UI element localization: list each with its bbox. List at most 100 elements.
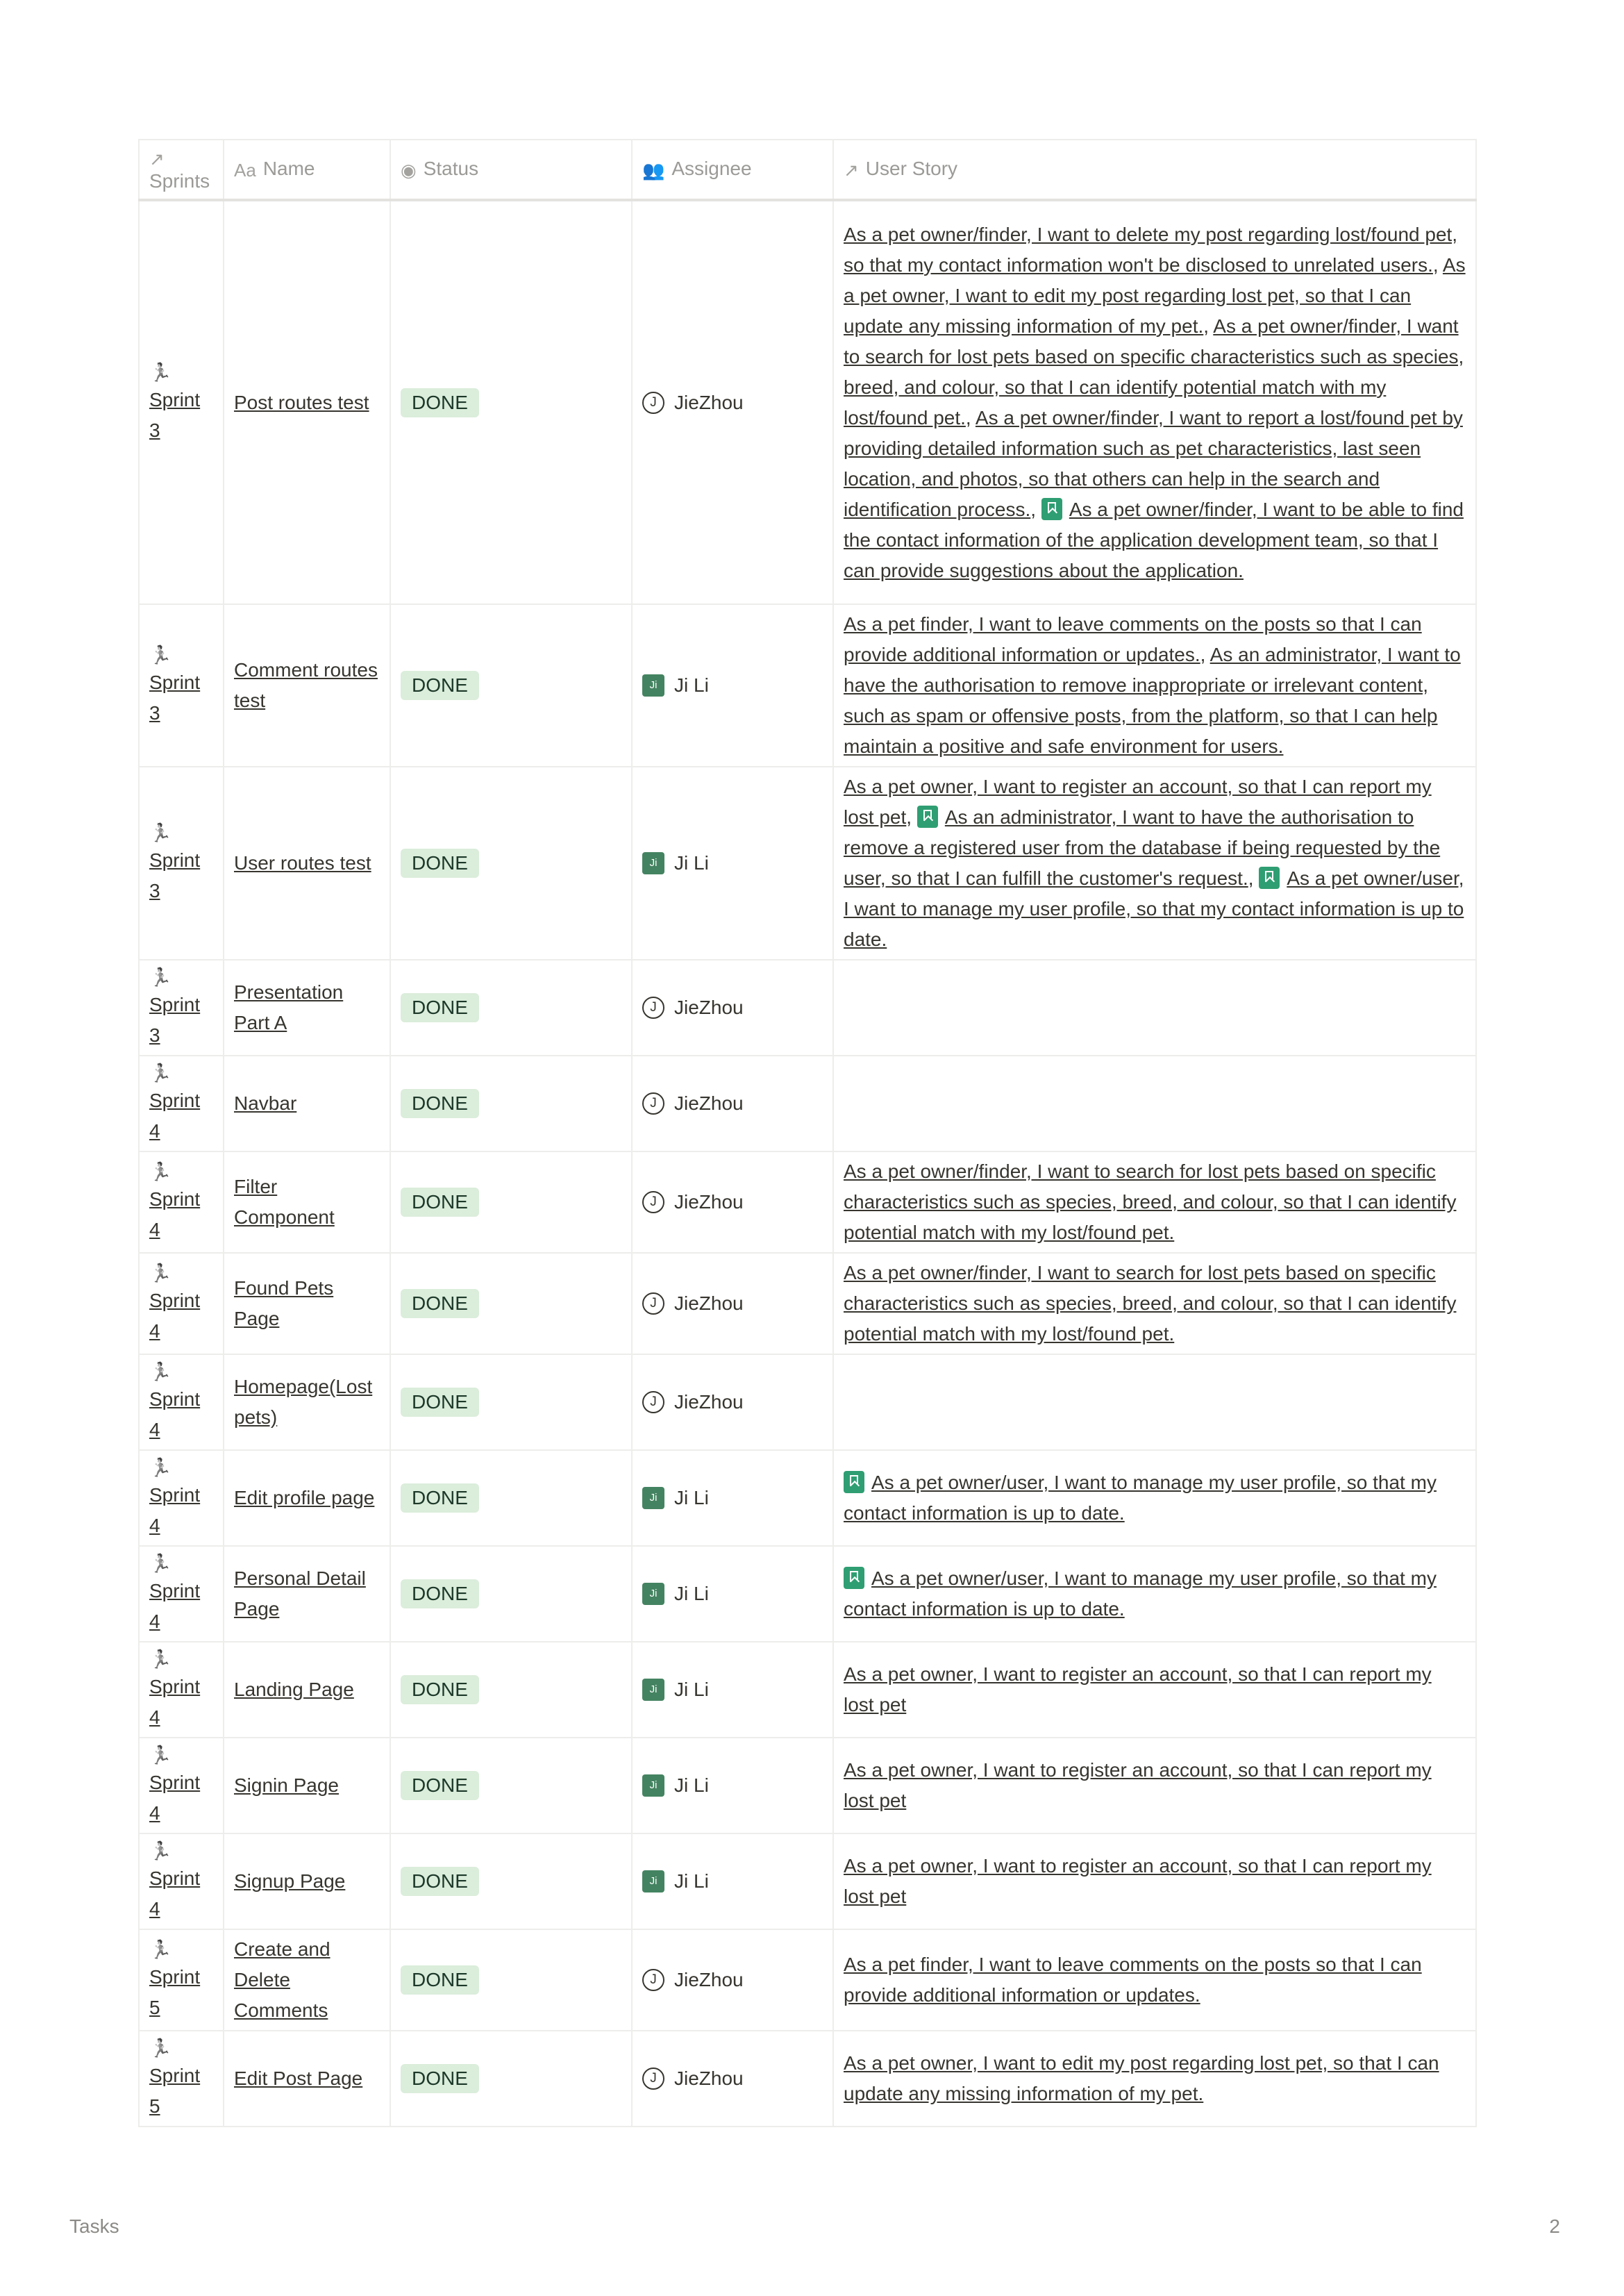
assignee[interactable]: J JieZhou xyxy=(642,992,823,1023)
assignee[interactable]: J JieZhou xyxy=(642,388,823,418)
task-name-link[interactable]: Landing Page xyxy=(234,1679,354,1700)
user-story-link[interactable]: As a pet owner/user, I want to manage my… xyxy=(844,1567,1437,1620)
table-row[interactable]: 🏃 Sprint 4 Personal Detail Page DONE Ji Ji Li… xyxy=(138,1545,1477,1642)
user-story-link[interactable]: As a pet owner/finder, I want to search … xyxy=(844,1262,1456,1345)
task-name-link[interactable]: User routes test xyxy=(234,852,371,874)
table-row[interactable]: 🏃 Sprint 3 Post routes test DONE J JieZhou As … xyxy=(138,199,1477,605)
sprint-link[interactable]: Sprint 5 xyxy=(149,1962,205,2023)
name-cell: Filter Component xyxy=(223,1151,391,1254)
column-header-sprints[interactable]: ↗ Sprints xyxy=(138,139,224,201)
task-name-link[interactable]: Presentation Part A xyxy=(234,981,343,1033)
table-row[interactable]: 🏃 Sprint 4 Navbar DONE J JieZhou xyxy=(138,1055,1477,1152)
sprint-link[interactable]: Sprint 3 xyxy=(149,845,205,906)
sprint-cell: 🏃 Sprint 3 xyxy=(138,199,224,605)
sprint-link[interactable]: Sprint 3 xyxy=(149,990,205,1051)
user-story-link[interactable]: As a pet owner, I want to register an ac… xyxy=(844,1759,1432,1811)
task-name-link[interactable]: Signin Page xyxy=(234,1774,339,1796)
sprint-link[interactable]: Sprint 4 xyxy=(149,1480,205,1541)
task-name-link[interactable]: Personal Detail Page xyxy=(234,1567,366,1620)
table-row[interactable]: 🏃 Sprint 5 Create and Delete Comments DONE J… xyxy=(138,1929,1477,2031)
sprint-link[interactable]: Sprint 3 xyxy=(149,385,205,446)
assignee[interactable]: Ji Ji Li xyxy=(642,1483,823,1513)
column-header-assignee[interactable]: 👥 Assignee xyxy=(631,139,834,201)
table-row[interactable]: 🏃 Sprint 5 Edit Post Page DONE J JieZhou As a … xyxy=(138,2030,1477,2127)
assignee[interactable]: Ji Ji Li xyxy=(642,1866,823,1897)
assignee[interactable]: Ji Ji Li xyxy=(642,1674,823,1705)
sprint-link[interactable]: Sprint 3 xyxy=(149,667,205,729)
task-name-link[interactable]: Filter Component xyxy=(234,1176,335,1228)
task-name-link[interactable]: Navbar xyxy=(234,1092,296,1114)
user-story-link[interactable]: As a pet owner, I want to register an ac… xyxy=(844,1663,1432,1715)
status-badge: DONE xyxy=(401,1188,479,1217)
status-circle-icon: ◉ xyxy=(401,159,417,181)
table-row[interactable]: 🏃 Sprint 3 User routes test DONE Ji Ji Li As a… xyxy=(138,766,1477,960)
assignee[interactable]: J JieZhou xyxy=(642,2063,823,2094)
table-row[interactable]: 🏃 Sprint 3 Comment routes test DONE Ji Ji Li A… xyxy=(138,604,1477,767)
sprint-link[interactable]: Sprint 4 xyxy=(149,1672,205,1733)
assignee[interactable]: J JieZhou xyxy=(642,1965,823,1995)
sprint-link[interactable]: Sprint 4 xyxy=(149,1184,205,1245)
assignee[interactable]: Ji Ji Li xyxy=(642,670,823,701)
status-badge: DONE xyxy=(401,671,479,700)
task-name-link[interactable]: Edit Post Page xyxy=(234,2068,362,2089)
task-table: ↗ Sprints Aa Name ◉ Status 👥 Assignee ↗ User… xyxy=(138,139,1477,2127)
table-row[interactable]: 🏃 Sprint 4 Filter Component DONE J JieZhou As … xyxy=(138,1151,1477,1254)
assignee[interactable]: Ji Ji Li xyxy=(642,1579,823,1609)
table-row[interactable]: 🏃 Sprint 3 Presentation Part A DONE J JieZhou xyxy=(138,959,1477,1056)
table-row[interactable]: 🏃 Sprint 4 Signin Page DONE Ji Ji Li As a pet … xyxy=(138,1737,1477,1834)
arrow-up-right-icon: ↗ xyxy=(844,159,859,181)
user-story-link[interactable]: As a pet finder, I want to leave comment… xyxy=(844,1954,1422,2006)
bookmark-icon xyxy=(1259,867,1280,889)
status-badge: DONE xyxy=(401,1388,479,1417)
column-header-name[interactable]: Aa Name xyxy=(223,139,391,201)
status-cell: DONE xyxy=(390,1737,633,1834)
status-cell: DONE xyxy=(390,1449,633,1547)
assignee[interactable]: Ji Ji Li xyxy=(642,848,823,879)
name-cell: Edit profile page xyxy=(223,1449,391,1547)
sprint-link[interactable]: Sprint 4 xyxy=(149,1286,205,1347)
assignee-cell: J JieZhou xyxy=(631,1055,834,1152)
task-name-link[interactable]: Edit profile page xyxy=(234,1487,374,1508)
task-name-link[interactable]: Found Pets Page xyxy=(234,1277,333,1329)
task-name-link[interactable]: Homepage(Lost pets) xyxy=(234,1376,372,1428)
table-row[interactable]: 🏃 Sprint 4 Found Pets Page DONE J JieZhou As a… xyxy=(138,1252,1477,1355)
table-row[interactable]: 🏃 Sprint 4 Landing Page DONE Ji Ji Li As a pet… xyxy=(138,1641,1477,1738)
assignee-name: Ji Li xyxy=(674,674,709,696)
assignee[interactable]: J JieZhou xyxy=(642,1088,823,1119)
sprint-link[interactable]: Sprint 4 xyxy=(149,1085,205,1147)
assignee[interactable]: J JieZhou xyxy=(642,1187,823,1217)
assignee-cell: Ji Ji Li xyxy=(631,766,834,960)
task-name-link[interactable]: Comment routes test xyxy=(234,659,378,711)
user-story-link[interactable]: As a pet owner/user, I want to manage my… xyxy=(844,1472,1437,1524)
sprint-link[interactable]: Sprint 5 xyxy=(149,2061,205,2122)
sprint-link[interactable]: Sprint 4 xyxy=(149,1576,205,1637)
user-story-link[interactable]: As a pet owner/finder, I want to delete … xyxy=(844,224,1457,276)
assignee[interactable]: J JieZhou xyxy=(642,1387,823,1417)
table-row[interactable]: 🏃 Sprint 4 Signup Page DONE Ji Ji Li As a pet … xyxy=(138,1833,1477,1930)
sprint-link[interactable]: Sprint 4 xyxy=(149,1767,205,1829)
status-badge: DONE xyxy=(401,1289,479,1318)
running-person-icon: 🏃 xyxy=(149,644,172,665)
user-story-link[interactable]: As a pet owner/finder, I want to search … xyxy=(844,1161,1456,1243)
table-row[interactable]: 🏃 Sprint 4 Homepage(Lost pets) DONE J JieZhou xyxy=(138,1354,1477,1451)
user-story-link[interactable]: As a pet owner, I want to edit my post r… xyxy=(844,2052,1439,2104)
user-story-link[interactable]: As a pet owner, I want to register an ac… xyxy=(844,1855,1432,1907)
sprint-link[interactable]: Sprint 4 xyxy=(149,1863,205,1924)
table-row[interactable]: 🏃 Sprint 4 Edit profile page DONE Ji Ji Li As … xyxy=(138,1449,1477,1547)
name-cell: Post routes test xyxy=(223,199,391,605)
task-name-link[interactable]: Create and Delete Comments xyxy=(234,1938,330,2021)
status-badge: DONE xyxy=(401,1675,479,1704)
status-cell: DONE xyxy=(390,1929,633,2031)
task-name-link[interactable]: Post routes test xyxy=(234,392,369,413)
column-header-name-label: Name xyxy=(262,158,315,180)
name-cell: Homepage(Lost pets) xyxy=(223,1354,391,1451)
column-header-status[interactable]: ◉ Status xyxy=(390,139,633,201)
assignee[interactable]: J JieZhou xyxy=(642,1288,823,1319)
name-cell: Presentation Part A xyxy=(223,959,391,1056)
assignee[interactable]: Ji Ji Li xyxy=(642,1770,823,1801)
avatar: J xyxy=(642,1391,664,1413)
task-name-link[interactable]: Signup Page xyxy=(234,1870,345,1892)
column-header-user-story[interactable]: ↗ User Story xyxy=(832,139,1477,201)
sprint-link[interactable]: Sprint 4 xyxy=(149,1384,205,1445)
running-person-icon: 🏃 xyxy=(149,1649,172,1670)
